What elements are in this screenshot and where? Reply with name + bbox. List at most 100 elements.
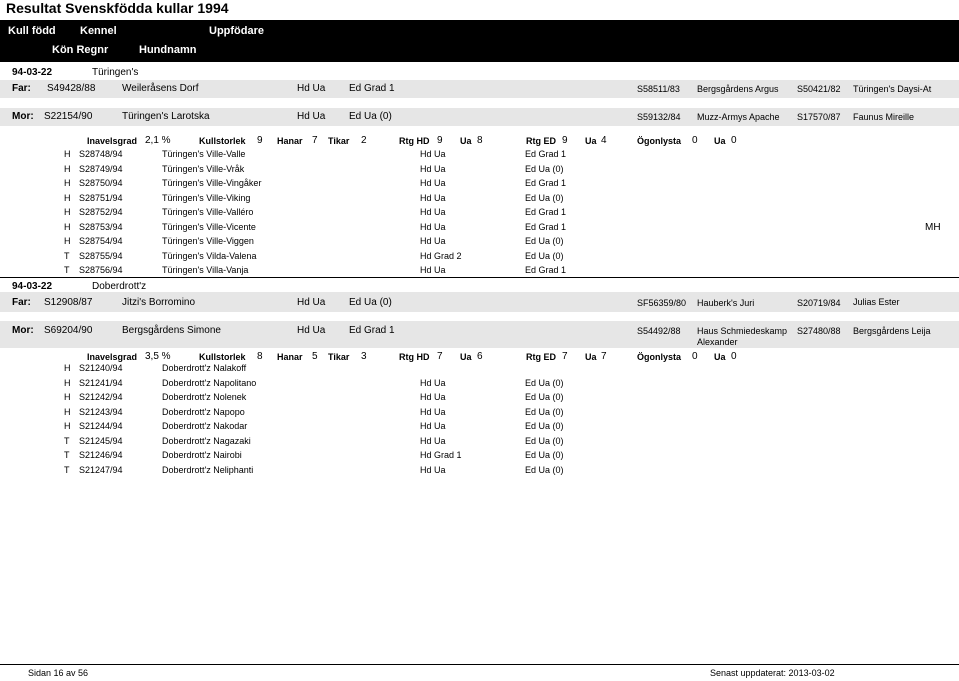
puppy-ed: Ed Ua (0) xyxy=(525,464,564,475)
puppy-ed: Ed Ua (0) xyxy=(525,236,564,246)
far-name: Jitzi's Borromino xyxy=(122,297,196,308)
rtged-value: 7 xyxy=(562,351,568,362)
puppy-ed: Ed Ua (0) xyxy=(525,421,564,431)
mor-mother-regnr: S17570/87 xyxy=(797,112,841,122)
puppy-regnr: S21247/94 xyxy=(79,464,123,475)
puppy-regnr: S21243/94 xyxy=(79,406,123,417)
puppy-hd: Hd Ua xyxy=(420,178,446,188)
mor-regnr: S22154/90 xyxy=(44,111,93,122)
puppy-regnr: S21240/94 xyxy=(79,363,123,373)
rtged-value: 9 xyxy=(562,135,568,146)
puppy-hd: Hd Grad 2 xyxy=(420,250,462,261)
puppy-regnr: S21242/94 xyxy=(79,392,123,402)
ua-hd-label: Ua xyxy=(460,352,472,362)
mor-ed: Ed Ua (0) xyxy=(349,111,392,122)
col-kull-fodd: Kull född xyxy=(8,25,56,37)
mor-name: Türingen's Larotska xyxy=(122,111,210,122)
puppy-ed: Ed Ua (0) xyxy=(525,406,564,417)
puppy-sex: H xyxy=(64,207,71,217)
puppy-regnr: S21246/94 xyxy=(79,450,123,460)
kull-date: 94-03-22 xyxy=(12,281,53,292)
puppy-sex: T xyxy=(64,450,70,460)
puppy-hd: Hd Ua xyxy=(420,207,446,217)
ogonlysta-value: 0 xyxy=(692,135,698,146)
mor-mother-name: Bergsgårdens Leija xyxy=(853,326,931,336)
puppy-sex: H xyxy=(64,406,71,417)
last-updated: Senast uppdaterat: 2013-03-02 xyxy=(710,668,835,678)
puppy-sex: H xyxy=(64,221,71,232)
rtged-label: Rtg ED xyxy=(526,136,556,146)
ogonlysta-label: Ögonlysta xyxy=(637,352,682,362)
puppy-list: H S28748/94 Türingen's Ville-Valle Hd Ua… xyxy=(0,149,959,279)
inavel-value: 3,5 % xyxy=(145,351,171,362)
puppy-hd: Hd Grad 1 xyxy=(420,450,462,460)
ua-hd-value: 8 xyxy=(477,135,483,146)
puppy-hd: Hd Ua xyxy=(420,377,446,388)
inavel-label: Inavelsgrad xyxy=(87,352,138,362)
puppy-sex: H xyxy=(64,392,71,402)
ogonlysta-label: Ögonlysta xyxy=(637,136,682,146)
puppy-regnr: S28754/94 xyxy=(79,236,123,246)
far-father-name: Bergsgårdens Argus xyxy=(697,84,779,94)
far-regnr: S49428/88 xyxy=(47,83,96,94)
col-uppfodare: Uppfödare xyxy=(209,25,264,37)
kullstorlek-label: Kullstorlek xyxy=(199,136,246,146)
col-hundnamn: Hundnamn xyxy=(139,44,197,56)
puppy-sex: H xyxy=(64,178,71,188)
far-father-regnr: S58511/83 xyxy=(637,84,680,94)
puppy-hd: Hd Ua xyxy=(420,149,446,159)
ua-ed-value: 4 xyxy=(601,135,607,146)
kull-date: 94-03-22 xyxy=(12,67,53,78)
list-item: H S28748/94 Türingen's Ville-Valle Hd Ua… xyxy=(0,149,959,163)
rtghd-label: Rtg HD xyxy=(399,352,430,362)
puppy-name: Doberdrott'z Neliphanti xyxy=(162,464,254,475)
rtged-label: Rtg ED xyxy=(526,352,556,362)
col-kennel: Kennel xyxy=(80,25,117,37)
puppy-regnr: S28751/94 xyxy=(79,192,123,203)
ua-ed-label: Ua xyxy=(585,352,597,362)
puppy-regnr: S21245/94 xyxy=(79,435,123,446)
kull-kennel: Doberdrott'z xyxy=(92,281,147,292)
hanar-value: 5 xyxy=(312,351,318,362)
list-item: T S21246/94 Doberdrott'z Nairobi Hd Grad… xyxy=(0,450,959,464)
puppy-regnr: S28749/94 xyxy=(79,163,123,174)
list-item: T S21247/94 Doberdrott'z Neliphanti Hd U… xyxy=(0,465,959,479)
ua-ed-label: Ua xyxy=(585,136,597,146)
list-item: H S28752/94 Türingen's Ville-Valléro Hd … xyxy=(0,207,959,221)
puppy-name: Doberdrott'z Nairobi xyxy=(162,450,242,460)
mor-father-name-line2: Alexander xyxy=(697,337,738,347)
puppy-ed: Ed Ua (0) xyxy=(525,377,564,388)
puppy-name: Türingen's Ville-Valle xyxy=(162,149,246,159)
puppy-ed: Ed Ua (0) xyxy=(525,163,564,174)
far-regnr: S12908/87 xyxy=(44,297,93,308)
list-item: H S21243/94 Doberdrott'z Napopo Hd Ua Ed… xyxy=(0,407,959,421)
list-item: H S28751/94 Türingen's Ville-Viking Hd U… xyxy=(0,193,959,207)
puppy-hd: Hd Ua xyxy=(420,192,446,203)
list-item: H S28754/94 Türingen's Ville-Viggen Hd U… xyxy=(0,236,959,250)
ua-ed-value: 7 xyxy=(601,351,607,362)
puppy-ed: Ed Grad 1 xyxy=(525,221,567,232)
puppy-regnr: S28756/94 xyxy=(79,265,123,275)
far-mother-name: Türingen's Daysi-At xyxy=(853,84,932,94)
footer-divider xyxy=(0,664,959,665)
inavel-label: Inavelsgrad xyxy=(87,136,138,146)
mor-ed: Ed Grad 1 xyxy=(349,325,395,336)
puppy-sex: H xyxy=(64,363,71,373)
list-item: H S21241/94 Doberdrott'z Napolitano Hd U… xyxy=(0,378,959,392)
puppy-name: Doberdrott'z Nolenek xyxy=(162,392,247,402)
page-number: Sidan 16 av 56 xyxy=(28,668,89,678)
puppy-hd: Hd Ua xyxy=(420,163,446,174)
puppy-sex: H xyxy=(64,377,71,388)
rtghd-label: Rtg HD xyxy=(399,136,430,146)
rtghd-value: 7 xyxy=(437,351,443,362)
puppy-ed: Ed Grad 1 xyxy=(525,265,567,275)
puppy-hd: Hd Ua xyxy=(420,464,446,475)
puppy-name: Doberdrott'z Napopo xyxy=(162,406,245,417)
mor-father-regnr: S54492/88 xyxy=(637,326,681,336)
puppy-ed: Ed Grad 1 xyxy=(525,207,567,217)
far-name: Weileråsens Dorf xyxy=(122,83,199,94)
far-hd: Hd Ua xyxy=(297,83,326,94)
puppy-regnr: S21244/94 xyxy=(79,421,123,431)
puppy-sex: H xyxy=(64,421,71,431)
puppy-sex: H xyxy=(64,163,71,174)
